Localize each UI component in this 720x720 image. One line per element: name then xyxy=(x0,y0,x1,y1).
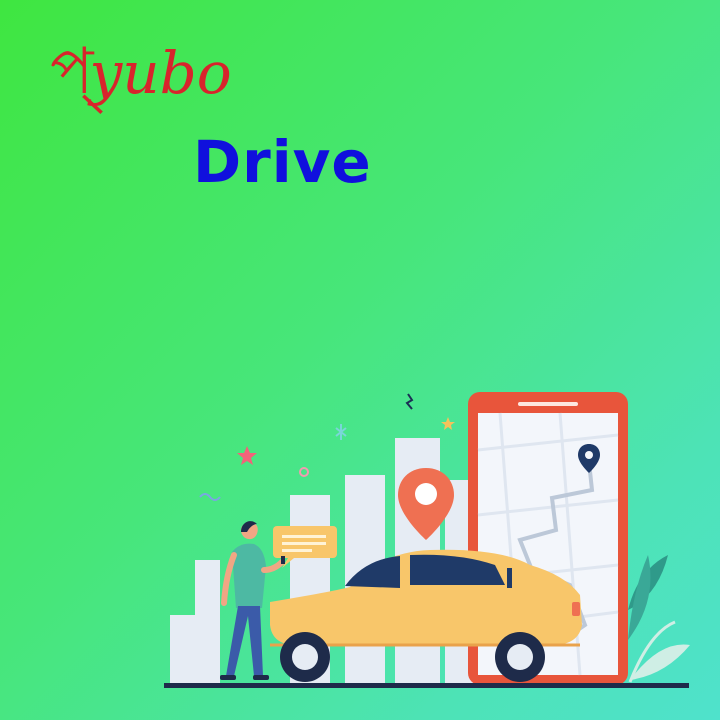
logo-script-text: yubo xyxy=(89,39,232,107)
car-wheel xyxy=(280,632,330,682)
app-logo: প্yubo xyxy=(50,40,232,104)
sparkle-icon xyxy=(405,393,414,410)
car-wheel xyxy=(495,632,545,682)
sparkle-icon xyxy=(199,493,221,501)
ground-line xyxy=(164,683,689,688)
splash-screen: প্yubo Drive xyxy=(0,0,720,720)
sparkle-icon xyxy=(335,424,347,440)
logo-script-mark: প্ xyxy=(50,35,93,109)
logo-brand-word: Drive xyxy=(193,128,372,196)
star-icon xyxy=(237,446,257,465)
ride-hailing-illustration xyxy=(164,392,690,688)
sparkle-icon xyxy=(299,467,309,477)
star-icon xyxy=(441,417,455,430)
plant-illustration xyxy=(628,555,690,683)
